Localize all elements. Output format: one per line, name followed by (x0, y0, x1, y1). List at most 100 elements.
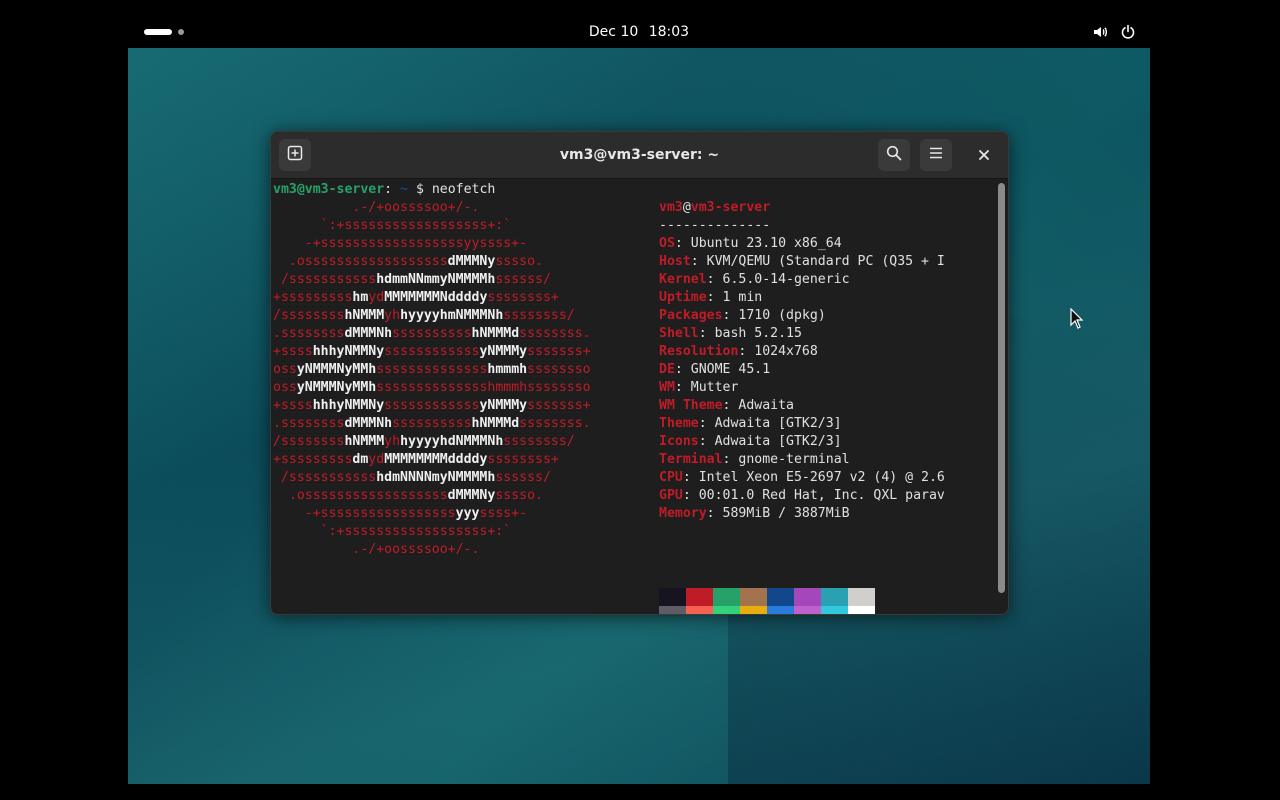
logo-segment: hmmmh (487, 362, 528, 377)
info-row: WM: Mutter (659, 379, 738, 397)
info-key: Theme (659, 416, 699, 431)
logo-segment: yNMMMy (479, 344, 528, 359)
palette-swatch (713, 606, 740, 614)
logo-line: .ossssssssssssssssssdMMMNysssso. (273, 253, 543, 271)
info-user: vm3 (659, 200, 683, 215)
logo-segment: `:+ssssssssssssssssss+:` (273, 218, 512, 233)
info-colon: : (690, 254, 707, 269)
terminal-headerbar[interactable]: vm3@vm3-server: ~ (271, 132, 1008, 179)
logo-segment: +sssssssss (273, 452, 353, 467)
logo-line: `:+ssssssssssssssssss+:` (273, 217, 512, 235)
info-key: Shell (659, 326, 699, 341)
palette-swatch (848, 588, 875, 606)
info-colon: : (706, 290, 723, 305)
info-key: WM (659, 380, 675, 395)
logo-segment: hNMMM (344, 434, 385, 449)
logo-segment: .-/+oossssoo+/-. (273, 200, 480, 215)
info-row: Uptime: 1 min (659, 289, 762, 307)
info-row: Shell: bash 5.2.15 (659, 325, 802, 343)
logo-segment: ssssssss/ (503, 308, 575, 323)
logo-segment: ssssssssss (392, 416, 472, 431)
logo-segment: /ssssssss (273, 308, 345, 323)
info-row: Icons: Adwaita [GTK2/3] (659, 433, 842, 451)
palette-swatch (848, 606, 875, 614)
main-menu-button[interactable] (920, 139, 952, 171)
logo-line: .ssssssssdMMMNhsssssssssshNMMMdssssssss. (273, 325, 591, 343)
info-value: Adwaita [GTK2/3] (714, 434, 842, 449)
info-row: Kernel: 6.5.0-14-generic (659, 271, 850, 289)
info-row: DE: GNOME 45.1 (659, 361, 770, 379)
palette-swatch (686, 588, 713, 606)
prompt-path: ~ (392, 182, 408, 197)
desktop: Dec 10 18:03 vm3@vm3-server: ~ vm3@vm3-s… (128, 16, 1150, 784)
logo-segment: dMMMNh (344, 326, 393, 341)
info-colon: : (682, 488, 699, 503)
info-colon: : (674, 380, 691, 395)
info-value: Adwaita (738, 398, 794, 413)
palette-swatch (659, 588, 686, 606)
info-colon: : (706, 272, 723, 287)
info-value: 1 min (722, 290, 763, 305)
info-key: CPU (659, 470, 683, 485)
info-key: Uptime (659, 290, 707, 305)
logo-segment: ssssssss/ (503, 434, 575, 449)
logo-segment: sssssss+ (527, 344, 591, 359)
info-value: 589MiB / 3887MiB (722, 506, 850, 521)
scrollbar[interactable] (998, 183, 1005, 593)
info-colon: : (682, 470, 699, 485)
logo-line: `:+ssssssssssssssssss+:` (273, 523, 512, 541)
logo-segment: yh (384, 308, 401, 323)
logo-segment: oss (273, 362, 297, 377)
info-key: WM Theme (659, 398, 723, 413)
palette-swatch (794, 588, 821, 606)
logo-segment: hdmmNNmmyNMMMMh (376, 272, 496, 287)
logo-segment: .ossssssssssssssssss (273, 488, 448, 503)
info-row: Theme: Adwaita [GTK2/3] (659, 415, 842, 433)
close-button[interactable] (968, 139, 1000, 171)
terminal-output[interactable]: vm3@vm3-server: ~ $ neofetch .-/+oosssso… (271, 179, 996, 614)
info-key: Packages (659, 308, 723, 323)
info-row: Terminal: gnome-terminal (659, 451, 850, 469)
logo-segment: yh (384, 434, 401, 449)
logo-segment: .ssssssss (273, 416, 345, 431)
volume-icon (1092, 24, 1108, 40)
info-header: vm3@vm3-server (659, 199, 770, 217)
logo-segment: MMMMMMMNddddy (384, 290, 488, 305)
info-key: Resolution (659, 344, 739, 359)
logo-segment: yyy (455, 506, 480, 521)
info-colon: : (674, 236, 691, 251)
power-icon (1120, 24, 1136, 40)
logo-segment: hdmNNNNmyNMMMMh (376, 470, 496, 485)
logo-segment: ssssssssssss (384, 398, 480, 413)
hamburger-menu-icon (928, 145, 944, 165)
info-value: 1710 (dpkg) (738, 308, 826, 323)
clock-button[interactable]: Dec 10 18:03 (128, 16, 1150, 48)
search-button[interactable] (878, 139, 910, 171)
close-icon (978, 146, 990, 165)
logo-segment: hyyyyhmNMMMNh (400, 308, 504, 323)
logo-line: /ssssssssssshdmmNNmmyNMMMMhssssss/ (273, 271, 551, 289)
logo-segment: sssso. (495, 254, 543, 269)
logo-segment: ssssssss. (519, 326, 591, 341)
system-menu-button[interactable] (1092, 16, 1136, 48)
info-row: Resolution: 1024x768 (659, 343, 818, 361)
palette-swatch (794, 606, 821, 614)
logo-line: -+sssssssssssssssssyyyssss+- (273, 505, 527, 523)
logo-segment: .ssssssss (273, 326, 345, 341)
logo-line: +sssshhhyNMMNyssssssssssssyNMMMysssssss+ (273, 343, 591, 361)
info-value: KVM/QEMU (Standard PC (Q35 + I (706, 254, 945, 269)
logo-line: ossyNMMMNyMMhsssssssssssssshmmmhssssssso (273, 379, 591, 397)
terminal-window[interactable]: vm3@vm3-server: ~ vm3@vm3-server: ~ $ ne… (270, 131, 1009, 615)
logo-segment: yNMMMy (479, 398, 528, 413)
info-colon: : (738, 344, 755, 359)
palette-swatch (767, 588, 794, 606)
info-key: GPU (659, 488, 683, 503)
info-key: DE (659, 362, 675, 377)
info-value: Mutter (690, 380, 739, 395)
logo-segment: ssss+- (479, 506, 528, 521)
info-row: OS: Ubuntu 23.10 x86_64 (659, 235, 842, 253)
logo-segment: ssssssssssssss (376, 362, 488, 377)
info-row: Host: KVM/QEMU (Standard PC (Q35 + I (659, 253, 945, 271)
info-colon: : (722, 308, 739, 323)
info-colon: : (706, 506, 723, 521)
